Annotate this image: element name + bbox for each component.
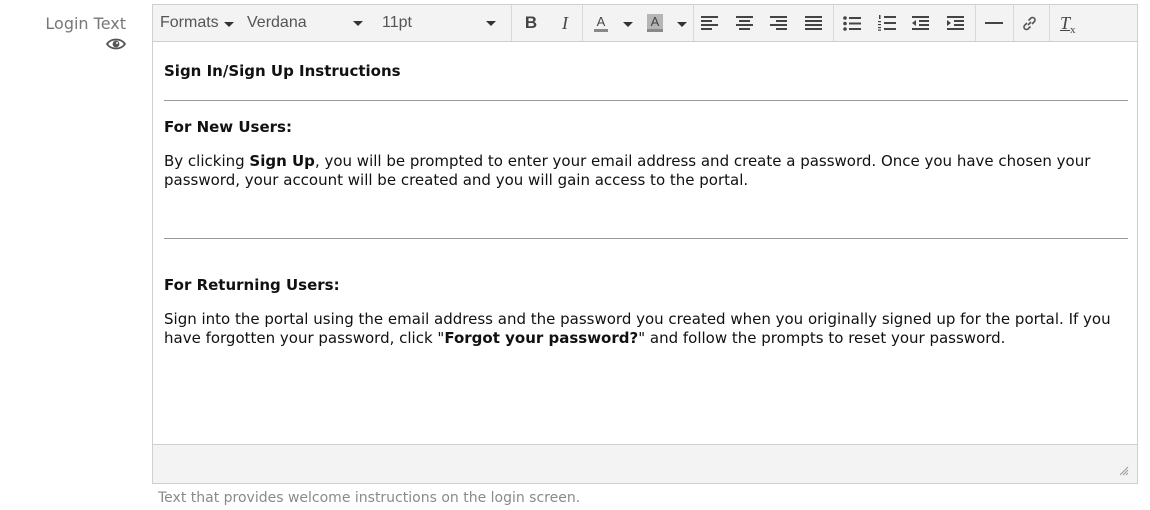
horizontal-line-icon: [985, 22, 1003, 24]
align-left-icon: [701, 16, 718, 30]
new-users-paragraph: By clicking Sign Up, you will be prompte…: [164, 152, 1124, 190]
align-right-button[interactable]: [770, 5, 788, 41]
numbered-list-button[interactable]: [878, 5, 896, 41]
background-color-button[interactable]: A: [643, 5, 667, 41]
editor-content[interactable]: Sign In/Sign Up Instructions For New Use…: [153, 42, 1137, 446]
clear-formatting-button[interactable]: Tx: [1060, 5, 1076, 41]
text-color-label: A: [593, 14, 609, 32]
editor-toolbar: Formats Verdana 11pt B I A A Tx: [153, 5, 1137, 42]
italic-label: I: [562, 12, 568, 33]
new-users-text-pre: By clicking: [164, 152, 250, 170]
horizontal-line-button[interactable]: [985, 5, 1003, 41]
toolbar-divider: [1013, 5, 1014, 41]
font-size-select[interactable]: 11pt: [382, 5, 500, 41]
formats-dropdown[interactable]: Formats: [160, 5, 234, 41]
chevron-down-icon[interactable]: [623, 22, 633, 27]
text-color-button[interactable]: A: [589, 5, 613, 41]
new-users-heading: For New Users:: [164, 118, 292, 136]
font-family-select[interactable]: Verdana: [247, 5, 365, 41]
indent-icon: [947, 16, 964, 30]
chevron-down-icon[interactable]: [677, 22, 687, 27]
bullet-list-icon: [843, 15, 861, 31]
align-justify-icon: [805, 16, 822, 30]
numbered-list-icon: [878, 15, 896, 31]
clear-formatting-sub: x: [1070, 23, 1076, 36]
clear-formatting-label: T: [1060, 12, 1071, 33]
link-icon: [1023, 16, 1036, 30]
toolbar-divider: [975, 5, 976, 41]
field-label: Login Text: [45, 14, 126, 33]
horizontal-rule: [164, 238, 1128, 239]
align-right-icon: [770, 16, 787, 30]
bold-button[interactable]: B: [521, 5, 541, 41]
background-color-label: A: [646, 14, 664, 32]
toolbar-divider: [1049, 5, 1050, 41]
content-title: Sign In/Sign Up Instructions: [164, 62, 401, 80]
chevron-down-icon: [223, 22, 234, 27]
bold-label: B: [524, 13, 538, 32]
italic-button[interactable]: I: [555, 5, 575, 41]
resize-handle-icon[interactable]: [1119, 466, 1129, 476]
returning-text-post: " and follow the prompts to reset your p…: [638, 329, 1006, 347]
field-help-text: Text that provides welcome instructions …: [158, 490, 581, 506]
rich-text-editor[interactable]: Formats Verdana 11pt B I A A Tx Sign In/…: [152, 4, 1138, 484]
insert-link-button[interactable]: [1021, 5, 1038, 41]
editor-statusbar: [153, 444, 1137, 483]
horizontal-rule: [164, 100, 1128, 101]
chevron-down-icon: [353, 21, 363, 26]
outdent-icon: [912, 16, 929, 30]
eye-icon[interactable]: [106, 36, 126, 52]
toolbar-divider: [582, 5, 583, 41]
align-center-button[interactable]: [736, 5, 754, 41]
outdent-button[interactable]: [912, 5, 930, 41]
font-family-value: Verdana: [247, 14, 307, 31]
align-center-icon: [736, 16, 753, 30]
returning-users-heading: For Returning Users:: [164, 276, 340, 294]
align-left-button[interactable]: [701, 5, 719, 41]
indent-button[interactable]: [947, 5, 965, 41]
bullet-list-button[interactable]: [843, 5, 861, 41]
returning-users-paragraph: Sign into the portal using the email add…: [164, 310, 1124, 348]
toolbar-divider: [693, 5, 694, 41]
formats-label: Formats: [160, 14, 219, 31]
toolbar-divider: [833, 5, 834, 41]
returning-text-bold: Forgot your password?: [444, 329, 639, 347]
new-users-text-bold: Sign Up: [249, 152, 315, 170]
font-size-value: 11pt: [382, 14, 412, 31]
toolbar-divider: [511, 5, 512, 41]
align-justify-button[interactable]: [805, 5, 823, 41]
clear-formatting-icon: Tx: [1060, 12, 1076, 36]
chevron-down-icon: [486, 21, 496, 26]
